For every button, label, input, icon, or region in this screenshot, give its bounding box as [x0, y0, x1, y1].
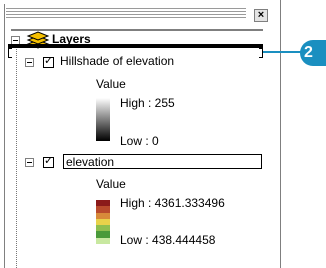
elevation-legend-heading: Value: [96, 177, 126, 191]
ramp-band: [96, 237, 110, 244]
hillshade-legend-heading: Value: [96, 77, 126, 91]
hillshade-visibility-checkbox[interactable]: ✓: [43, 55, 54, 68]
elevation-visibility-checkbox[interactable]: ✓: [43, 155, 54, 168]
bracket-right: [259, 48, 263, 58]
panel-grip[interactable]: [6, 6, 246, 20]
hillshade-low-label: Low : 0: [120, 134, 159, 148]
hillshade-layer-name[interactable]: Hillshade of elevation: [60, 54, 174, 68]
elevation-high-label: High : 4361.333496: [120, 196, 225, 210]
panel-divider[interactable]: [280, 0, 281, 268]
elevation-layer-name[interactable]: elevation: [66, 155, 114, 169]
hillshade-high-label: High : 255: [120, 96, 175, 110]
elevation-low-label: Low : 438.444458: [120, 233, 216, 247]
tree-connector: [16, 45, 17, 268]
hillshade-collapse-icon[interactable]: [25, 58, 34, 67]
callout-leader-line: [263, 51, 305, 53]
callout-badge: 2: [300, 40, 326, 66]
bracket-left: [8, 48, 12, 58]
hillshade-gradient-swatch: [96, 98, 110, 141]
selected-layer-indicator: [8, 44, 263, 48]
callout-number: 2: [304, 44, 313, 61]
elevation-collapse-icon[interactable]: [25, 158, 34, 167]
close-button[interactable]: ×: [254, 9, 268, 22]
elevation-color-ramp: [96, 200, 110, 244]
